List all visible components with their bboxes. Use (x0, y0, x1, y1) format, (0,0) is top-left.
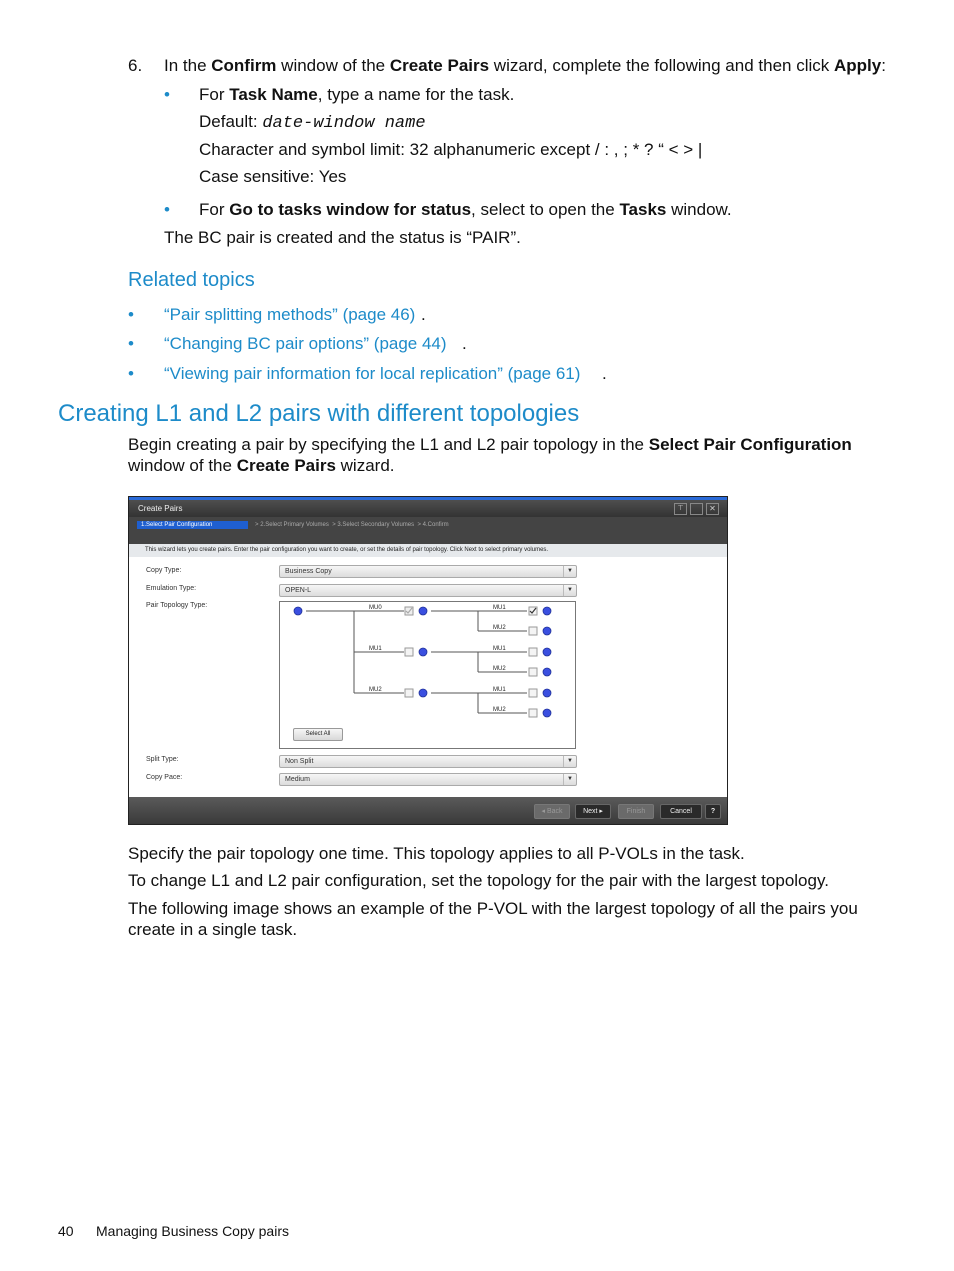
copy-type-label: Copy Type: (146, 567, 182, 574)
select-all-button[interactable]: Select All (293, 728, 343, 741)
step-1-tab: 1.Select Pair Configuration (137, 521, 248, 529)
dialog-title: Create Pairs (138, 504, 183, 513)
volume-icon (542, 647, 552, 657)
create-pairs-dialog-screenshot: Create Pairs ⊤ ✕ 1.Select Pair Configura… (128, 496, 728, 825)
chevron-down-icon: ▼ (563, 756, 576, 767)
emulation-type-select[interactable]: OPEN-L ▼ (279, 584, 577, 597)
volume-icon (542, 606, 552, 616)
step-4-tab: 4.Confirm (422, 522, 449, 528)
limit-line: Character and symbol limit: 32 alphanume… (199, 140, 703, 159)
checkbox[interactable] (404, 688, 414, 698)
task-name-bullet: For Task Name, type a name for the task. (199, 85, 515, 104)
mu-label: MU0 (369, 605, 382, 611)
mu-label: MU2 (493, 707, 506, 713)
paragraph: Specify the pair topology one time. This… (128, 844, 745, 863)
step-number: 6. (128, 56, 143, 75)
result-text: The BC pair is created and the status is… (164, 228, 521, 247)
step-6-text: In the Confirm window of the Create Pair… (164, 56, 886, 75)
close-icon[interactable]: ✕ (706, 503, 719, 515)
section-intro: Begin creating a pair by specifying the … (128, 435, 852, 454)
step-2-tab: 2.Select Primary Volumes (260, 522, 329, 528)
volume-icon (418, 688, 428, 698)
volume-icon (542, 667, 552, 677)
document-page: 6. In the Confirm window of the Create P… (0, 0, 954, 1271)
bullet-icon: • (128, 305, 134, 324)
copy-pace-label: Copy Pace: (146, 774, 183, 781)
emulation-type-label: Emulation Type: (146, 585, 197, 592)
related-link[interactable]: “Pair splitting methods” (page 46) (164, 305, 415, 325)
default-line: Default: date-window name (199, 112, 426, 133)
section-intro-2: window of the Create Pairs wizard. (128, 456, 395, 475)
topology-box: MU0 MU1 MU2 MU1 MU1 MU2 MU2 MU1 MU2 Select All (279, 601, 576, 749)
volume-icon (418, 606, 428, 616)
tasks-bullet: For Go to tasks window for status, selec… (199, 200, 732, 219)
footer-title: Managing Business Copy pairs (96, 1223, 289, 1239)
bullet-icon: • (164, 85, 170, 104)
copy-pace-select[interactable]: Medium ▼ (279, 773, 577, 786)
bullet-icon: • (128, 334, 134, 353)
section-heading: Creating L1 and L2 pairs with different … (58, 400, 580, 427)
help-button[interactable]: ? (705, 804, 721, 819)
mu-label: MU1 (369, 646, 382, 652)
volume-icon (293, 606, 303, 616)
checkbox[interactable] (528, 708, 538, 718)
volume-icon (542, 626, 552, 636)
pin-icon[interactable]: ⊤ (674, 503, 687, 515)
checkbox[interactable] (528, 688, 538, 698)
mu-label: MU1 (493, 605, 506, 611)
next-button[interactable]: Next ▸ (575, 804, 611, 819)
checkbox[interactable] (404, 647, 414, 657)
cancel-button[interactable]: Cancel (660, 804, 702, 819)
bullet-icon: • (128, 364, 134, 383)
volume-icon (542, 708, 552, 718)
page-number: 40 (58, 1223, 74, 1239)
related-link[interactable]: “Changing BC pair options” (page 44) (164, 334, 447, 354)
chevron-down-icon: ▼ (563, 774, 576, 785)
checkbox[interactable] (528, 667, 538, 677)
volume-icon (418, 647, 428, 657)
paragraph: The following image shows an example of … (128, 899, 858, 918)
mu-label: MU1 (493, 646, 506, 652)
mu-label: MU2 (493, 666, 506, 672)
split-type-select[interactable]: Non Split ▼ (279, 755, 577, 768)
topology-tree: MU0 MU1 MU2 MU1 MU1 MU2 MU2 MU1 MU2 (293, 605, 552, 718)
checkbox[interactable] (528, 626, 538, 636)
chevron-down-icon: ▼ (563, 566, 576, 577)
split-type-label: Split Type: (146, 756, 179, 763)
maximize-icon[interactable] (690, 503, 703, 515)
volume-icon (542, 688, 552, 698)
topology-label: Pair Topology Type: (146, 602, 208, 609)
paragraph: To change L1 and L2 pair configuration, … (128, 871, 829, 890)
copy-type-select[interactable]: Business Copy ▼ (279, 565, 577, 578)
mu-label: MU2 (493, 625, 506, 631)
checkbox[interactable] (528, 647, 538, 657)
related-topics-heading: Related topics (128, 269, 255, 291)
case-line: Case sensitive: Yes (199, 167, 347, 186)
related-link[interactable]: “Viewing pair information for local repl… (164, 364, 580, 384)
finish-button[interactable]: Finish (618, 804, 654, 819)
paragraph: create in a single task. (128, 920, 298, 939)
back-button[interactable]: ◂ Back (534, 804, 570, 819)
chevron-down-icon: ▼ (563, 585, 576, 596)
mu-label: MU1 (493, 687, 506, 693)
mu-label: MU2 (369, 687, 382, 693)
bullet-icon: • (164, 200, 170, 219)
step-3-tab: 3.Select Secondary Volumes (337, 522, 415, 528)
info-bar: This wizard lets you create pairs. Enter… (129, 544, 727, 557)
